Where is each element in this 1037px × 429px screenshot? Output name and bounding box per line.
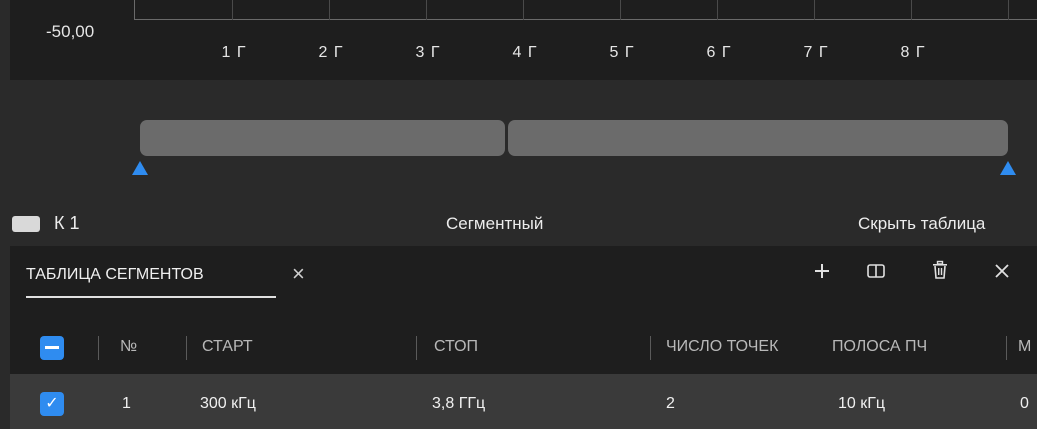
stop-marker-icon[interactable] bbox=[1000, 161, 1016, 175]
start-marker-icon[interactable] bbox=[132, 161, 148, 175]
channel-label: К 1 bbox=[54, 213, 80, 233]
segment-table-panel: ТАБЛИЦА СЕГМЕНТОВ × № СТАРТ СТОП ЧИСЛО Т… bbox=[10, 246, 1037, 429]
x-tick-label: 5 Г bbox=[609, 44, 635, 61]
cell-points[interactable]: 2 bbox=[666, 395, 675, 413]
x-tick-label: 1 Г bbox=[221, 44, 247, 61]
x-tick-label: 8 Г bbox=[900, 44, 926, 61]
tab-segment-table[interactable]: ТАБЛИЦА СЕГМЕНТОВ bbox=[26, 266, 204, 284]
column-header-stop[interactable]: СТОП bbox=[434, 338, 478, 356]
trace-chart: -50,00 1 Г 2 Г 3 Г 4 Г 5 Г 6 Г 7 Г 8 Г bbox=[10, 0, 1037, 80]
trash-icon bbox=[933, 260, 947, 279]
x-tick-label: 4 Г bbox=[512, 44, 538, 61]
segment-bar-2[interactable] bbox=[508, 120, 1008, 156]
column-header-ifbw[interactable]: ПОЛОСА ПЧ bbox=[832, 338, 927, 356]
grid-line bbox=[426, 0, 427, 20]
tab-close-icon[interactable]: × bbox=[292, 261, 305, 287]
grid-line bbox=[232, 0, 233, 20]
table-row[interactable]: ✓ 1 300 кГц 3,8 ГГц 2 10 кГц 0 bbox=[10, 374, 1037, 429]
close-panel-button[interactable] bbox=[988, 260, 1016, 286]
column-separator bbox=[416, 336, 417, 360]
plot-area bbox=[134, 0, 1037, 20]
x-tick-label: 6 Г bbox=[706, 44, 732, 61]
grid-line bbox=[329, 0, 330, 20]
select-all-checkbox[interactable] bbox=[40, 336, 64, 360]
grid-line bbox=[620, 0, 621, 20]
channel-color-swatch bbox=[12, 216, 40, 232]
column-header-more[interactable]: М bbox=[1018, 338, 1031, 356]
column-separator bbox=[98, 336, 99, 360]
sweep-mode-label: Сегментный bbox=[446, 214, 544, 233]
column-separator bbox=[186, 336, 187, 360]
x-tick-label: 2 Г bbox=[318, 44, 344, 61]
grid-line bbox=[911, 0, 912, 20]
delete-segment-button[interactable] bbox=[926, 260, 954, 286]
hide-table-button[interactable]: Скрыть таблица bbox=[858, 214, 985, 234]
table-header: № СТАРТ СТОП ЧИСЛО ТОЧЕК ПОЛОСА ПЧ М bbox=[10, 324, 1037, 372]
grid-line bbox=[1008, 0, 1009, 20]
x-tick-label: 3 Г bbox=[415, 44, 441, 61]
column-header-number[interactable]: № bbox=[120, 338, 137, 356]
segment-bar-1[interactable] bbox=[140, 120, 505, 156]
cell-extra[interactable]: 0 bbox=[1020, 395, 1029, 413]
grid-line bbox=[523, 0, 524, 20]
row-checkbox[interactable]: ✓ bbox=[40, 392, 64, 416]
cell-stop[interactable]: 3,8 ГГц bbox=[432, 395, 485, 413]
plus-icon bbox=[815, 264, 829, 278]
tab-underline bbox=[26, 296, 276, 298]
grid-line bbox=[814, 0, 815, 20]
cell-ifbw[interactable]: 10 кГц bbox=[838, 395, 885, 413]
y-axis-label: -50,00 bbox=[46, 22, 95, 41]
channel-status-bar: К 1 Сегментный Скрыть таблица bbox=[0, 206, 1037, 242]
x-tick-label: 7 Г bbox=[803, 44, 829, 61]
column-header-start[interactable]: СТАРТ bbox=[202, 338, 253, 356]
column-separator bbox=[1006, 336, 1007, 360]
close-icon bbox=[995, 264, 1009, 278]
column-separator bbox=[650, 336, 651, 360]
column-header-points[interactable]: ЧИСЛО ТОЧЕК bbox=[666, 338, 836, 356]
split-segment-button[interactable] bbox=[862, 260, 890, 286]
cell-number: 1 bbox=[122, 395, 131, 412]
add-segment-button[interactable] bbox=[808, 260, 836, 286]
grid-line bbox=[717, 0, 718, 20]
split-icon bbox=[867, 264, 885, 278]
cell-start[interactable]: 300 кГц bbox=[200, 395, 256, 413]
